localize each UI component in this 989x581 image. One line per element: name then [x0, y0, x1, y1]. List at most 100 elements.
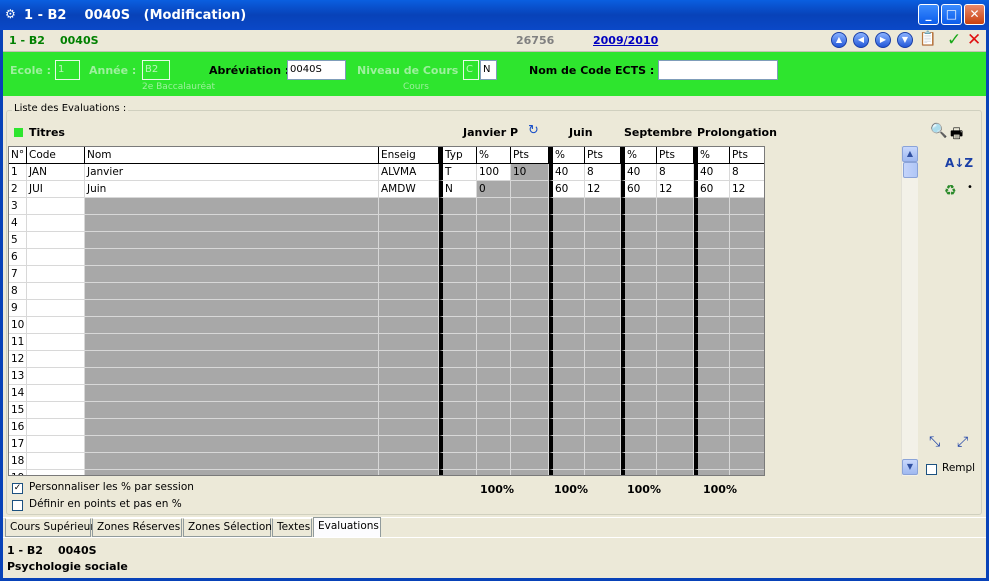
grid-cell[interactable]: [549, 351, 585, 368]
grid-cell[interactable]: [730, 249, 764, 266]
grid-cell[interactable]: [694, 215, 730, 232]
grid-cell[interactable]: 10: [511, 164, 549, 181]
grid-cell[interactable]: [657, 334, 694, 351]
grid-cell[interactable]: [477, 215, 511, 232]
grid-cell[interactable]: [477, 232, 511, 249]
tab-zones-reserves[interactable]: Zones Réserves: [92, 518, 182, 537]
grid-cell[interactable]: 3: [9, 198, 27, 215]
grid-cell[interactable]: [730, 334, 764, 351]
grid-cell[interactable]: [379, 334, 439, 351]
table-row[interactable]: 14: [9, 385, 764, 402]
grid-cell[interactable]: [621, 198, 657, 215]
grid-cell[interactable]: [439, 385, 477, 402]
grid-cell[interactable]: [477, 470, 511, 475]
grid-cell[interactable]: [85, 402, 379, 419]
grid-cell[interactable]: [694, 419, 730, 436]
grid-cell[interactable]: [511, 419, 549, 436]
grid-cell[interactable]: [85, 453, 379, 470]
grid-cell[interactable]: [477, 283, 511, 300]
table-row[interactable]: 12: [9, 351, 764, 368]
grid-cell[interactable]: [439, 198, 477, 215]
grid-cell[interactable]: [439, 436, 477, 453]
grid-cell[interactable]: [730, 470, 764, 475]
grid-cell[interactable]: [549, 300, 585, 317]
grid-cell[interactable]: 6: [9, 249, 27, 266]
grid-cell[interactable]: [85, 266, 379, 283]
grid-cell[interactable]: [85, 351, 379, 368]
grid-cell[interactable]: [511, 334, 549, 351]
grid-cell[interactable]: [85, 249, 379, 266]
grid-cell[interactable]: 14: [9, 385, 27, 402]
maximize-button[interactable]: □: [941, 4, 962, 25]
grid-cell[interactable]: [511, 351, 549, 368]
grid-cell[interactable]: 5: [9, 232, 27, 249]
first-record-icon[interactable]: ▲: [831, 32, 847, 48]
grid-cell[interactable]: [549, 402, 585, 419]
personnaliser-checkbox[interactable]: ✓: [12, 483, 23, 494]
grid-cell[interactable]: 10: [9, 317, 27, 334]
grid-cell[interactable]: [27, 232, 85, 249]
grid-cell[interactable]: ALVMA: [379, 164, 439, 181]
grid-cell[interactable]: [477, 249, 511, 266]
grid-cell[interactable]: 8: [585, 164, 621, 181]
niveau-field-2[interactable]: N: [480, 60, 497, 80]
table-row[interactable]: 18: [9, 453, 764, 470]
grid-cell[interactable]: [730, 317, 764, 334]
grid-cell[interactable]: [379, 198, 439, 215]
grid-cell[interactable]: [549, 198, 585, 215]
grid-cell[interactable]: [379, 283, 439, 300]
grid-cell[interactable]: [694, 351, 730, 368]
grid-cell[interactable]: [621, 334, 657, 351]
grid-cell[interactable]: [694, 283, 730, 300]
grid-cell[interactable]: [549, 453, 585, 470]
grid-cell[interactable]: 0: [477, 181, 511, 198]
grid-cell[interactable]: [477, 402, 511, 419]
grid-cell[interactable]: 60: [694, 181, 730, 198]
grid-cell[interactable]: [439, 300, 477, 317]
grid-cell[interactable]: [549, 368, 585, 385]
grid-cell[interactable]: 12: [9, 351, 27, 368]
recycle-bin-icon[interactable]: ♻: [944, 183, 957, 199]
grid-cell[interactable]: [511, 266, 549, 283]
grid-cell[interactable]: [511, 232, 549, 249]
grid-cell[interactable]: [621, 453, 657, 470]
grid-cell[interactable]: [657, 232, 694, 249]
grid-cell[interactable]: [730, 436, 764, 453]
grid-cell[interactable]: [585, 419, 621, 436]
grid-cell[interactable]: [730, 402, 764, 419]
grid-cell[interactable]: [549, 283, 585, 300]
grid-cell[interactable]: [657, 266, 694, 283]
grid-cell[interactable]: 19: [9, 470, 27, 475]
vertical-scrollbar[interactable]: ▲ ▼: [901, 146, 918, 476]
grid-cell[interactable]: [657, 436, 694, 453]
grid-cell[interactable]: [585, 334, 621, 351]
grid-cell[interactable]: [379, 249, 439, 266]
grid-cell[interactable]: AMDW: [379, 181, 439, 198]
grid-cell[interactable]: [694, 453, 730, 470]
table-row[interactable]: 5: [9, 232, 764, 249]
grid-cell[interactable]: [730, 300, 764, 317]
grid-cell[interactable]: [379, 419, 439, 436]
table-row[interactable]: 4: [9, 215, 764, 232]
grid-cell[interactable]: [85, 283, 379, 300]
grid-cell[interactable]: [439, 317, 477, 334]
cancel-x-icon[interactable]: ✕: [967, 30, 981, 50]
table-row[interactable]: 15: [9, 402, 764, 419]
grid-cell[interactable]: [657, 300, 694, 317]
grid-cell[interactable]: 15: [9, 402, 27, 419]
grid-cell[interactable]: [439, 419, 477, 436]
evaluations-grid[interactable]: N° Code Nom Enseig Typ% Pts% Pts% Pts% Pts 1 JAN Ja…: [8, 146, 765, 476]
grid-cell[interactable]: [439, 266, 477, 283]
minimize-button[interactable]: _: [918, 4, 939, 25]
grid-cell[interactable]: [585, 198, 621, 215]
validate-check-icon[interactable]: ✓: [947, 30, 961, 50]
grid-cell[interactable]: [85, 215, 379, 232]
grid-cell[interactable]: [27, 334, 85, 351]
notes-icon[interactable]: 📋: [919, 31, 936, 47]
sort-az-icon[interactable]: A↓Z: [945, 156, 973, 170]
grid-cell[interactable]: [85, 334, 379, 351]
tab-evaluations[interactable]: Evaluations: [313, 517, 381, 538]
grid-cell[interactable]: [439, 215, 477, 232]
grid-cell[interactable]: [27, 385, 85, 402]
grid-cell[interactable]: [379, 385, 439, 402]
